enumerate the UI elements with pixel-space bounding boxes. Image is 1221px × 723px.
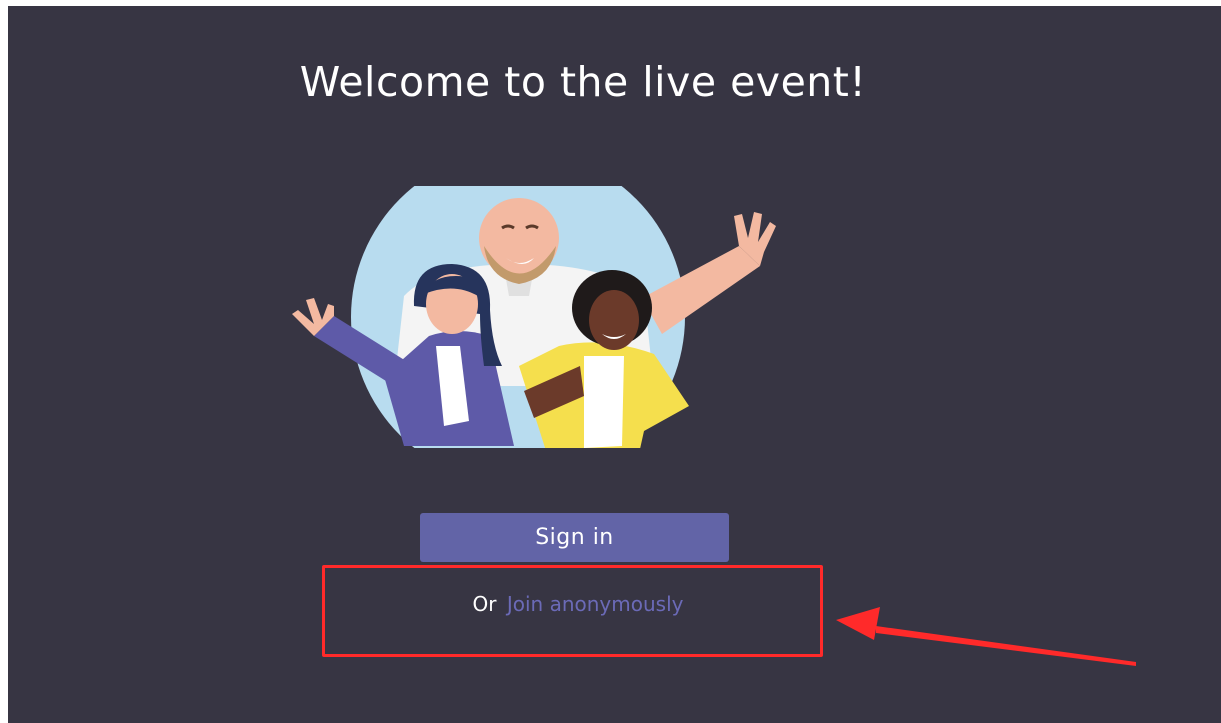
sign-in-button[interactable]: Sign in: [420, 513, 729, 562]
welcome-illustration: [292, 186, 776, 476]
live-event-welcome-screen: Welcome to the live event! Sign in Or Jo…: [8, 6, 1221, 723]
woman-right-head: [589, 290, 639, 350]
annotation-highlight-box: [322, 565, 823, 657]
page-title: Welcome to the live event!: [299, 58, 867, 106]
